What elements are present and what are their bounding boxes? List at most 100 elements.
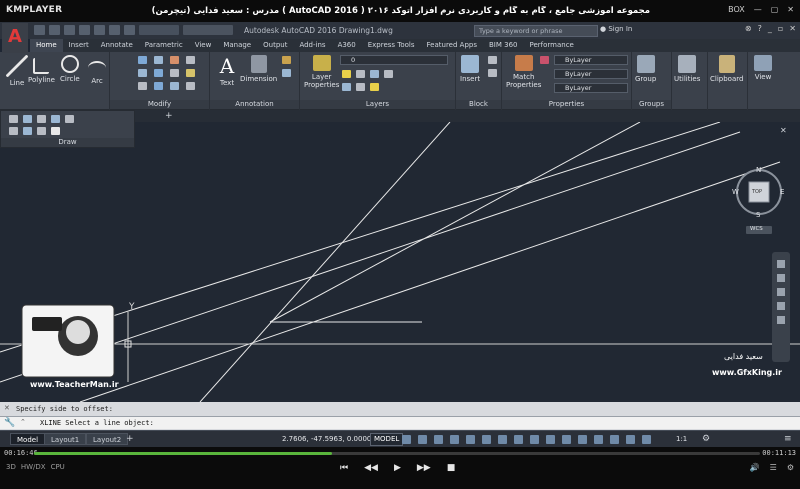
xline-icon[interactable]	[65, 115, 74, 123]
layer-isolate-icon[interactable]	[384, 70, 393, 78]
hatch-icon[interactable]	[23, 115, 32, 123]
polar-icon[interactable]	[450, 435, 459, 444]
search-input[interactable]: Type a keyword or phrase	[474, 25, 598, 37]
canvas-close-icon[interactable]: ✕	[780, 126, 787, 135]
scale-icon[interactable]	[154, 82, 163, 90]
annotation-panel-label[interactable]: Annotation	[210, 100, 299, 109]
badge-3d[interactable]: 3D	[6, 463, 16, 471]
ortho-icon[interactable]	[434, 435, 443, 444]
application-menu-button[interactable]: A	[2, 23, 28, 53]
layer-freeze-icon[interactable]	[356, 70, 365, 78]
dimension-button[interactable]: Dimension	[240, 55, 277, 83]
previous-icon[interactable]: ⏮	[340, 463, 348, 473]
wrench-icon[interactable]: 🔧	[4, 418, 15, 428]
help-icon[interactable]: ?	[758, 24, 762, 33]
layers-panel-label[interactable]: Layers	[300, 100, 455, 109]
command-line[interactable]: 🔧 ⌃ XLINE Select a line object:	[0, 416, 800, 429]
tab-a360[interactable]: A360	[332, 39, 362, 52]
layer-properties-button[interactable]: Layer Properties	[304, 55, 339, 89]
exchange-icon[interactable]: ⊗	[745, 24, 752, 33]
create-block-icon[interactable]	[488, 56, 497, 64]
mirror-icon[interactable]	[154, 69, 163, 77]
zoom-icon[interactable]	[777, 288, 785, 296]
selection-cycling-icon[interactable]	[546, 435, 555, 444]
insert-button[interactable]: Insert	[460, 55, 480, 83]
donut-icon[interactable]	[51, 127, 60, 135]
transparency-icon[interactable]	[530, 435, 539, 444]
table-icon[interactable]	[282, 69, 291, 77]
new-tab-icon[interactable]: +	[165, 111, 173, 121]
share-icon[interactable]	[139, 25, 179, 35]
tab-view[interactable]: View	[189, 39, 218, 52]
rectangle-icon[interactable]	[9, 115, 18, 123]
xline-5[interactable]	[269, 122, 641, 323]
snap-icon[interactable]	[418, 435, 427, 444]
layer-on-icon[interactable]	[342, 70, 351, 78]
tab-performance[interactable]: Performance	[523, 39, 579, 52]
tab-featured-apps[interactable]: Featured Apps	[421, 39, 483, 52]
pan-icon[interactable]	[777, 274, 785, 282]
boundary-icon[interactable]	[23, 127, 32, 135]
ray-icon[interactable]	[51, 115, 60, 123]
arc-button[interactable]: Arc	[88, 55, 106, 85]
tab-output[interactable]: Output	[257, 39, 293, 52]
viewcube[interactable]	[736, 169, 782, 234]
layer-lock-icon[interactable]	[370, 70, 379, 78]
trim-icon[interactable]	[170, 56, 179, 64]
undo-icon[interactable]	[109, 25, 120, 35]
app-minimize-icon[interactable]: _	[768, 24, 772, 33]
app-close-icon[interactable]: ✕	[789, 24, 796, 33]
dynamic-ucs-icon[interactable]	[578, 435, 587, 444]
match-properties-button[interactable]: Match Properties	[506, 55, 541, 89]
draw-panel-label[interactable]: Draw	[1, 138, 134, 147]
rewind-icon[interactable]: ◀◀	[364, 463, 378, 473]
layer-match-icon[interactable]	[342, 83, 351, 91]
group-button[interactable]: Group	[635, 55, 656, 83]
otrack-icon[interactable]	[482, 435, 491, 444]
rotate-icon[interactable]	[154, 56, 163, 64]
volume-icon[interactable]: 🔊	[750, 463, 760, 472]
layer-dropdown[interactable]: 0	[340, 55, 448, 65]
layer-walk-icon[interactable]	[370, 83, 379, 91]
new-icon[interactable]	[34, 25, 45, 35]
3d-osnap-icon[interactable]	[562, 435, 571, 444]
settings-icon[interactable]: ⚙	[787, 463, 794, 472]
close-icon[interactable]: ✕	[787, 5, 794, 14]
osnap-icon[interactable]	[498, 435, 507, 444]
save-icon[interactable]	[64, 25, 75, 35]
showmotion-icon[interactable]	[777, 316, 785, 324]
drawing-canvas[interactable]: N S E W TOP WCS ✕	[0, 122, 800, 402]
array-icon[interactable]	[170, 82, 179, 90]
tab-layout1[interactable]: Layout1	[44, 433, 87, 445]
fillet-icon[interactable]	[170, 69, 179, 77]
grid-icon[interactable]	[402, 435, 411, 444]
copy-icon[interactable]	[138, 69, 147, 77]
clipboard-button[interactable]: Clipboard	[710, 55, 743, 83]
move-icon[interactable]	[138, 56, 147, 64]
navigation-bar[interactable]	[772, 252, 790, 362]
play-icon[interactable]: ▶	[394, 463, 401, 473]
polyline-button[interactable]: Polyline	[28, 55, 55, 84]
cmd-close-icon[interactable]: ✕	[4, 404, 10, 412]
view-button[interactable]: View	[754, 55, 772, 81]
wipeout-icon[interactable]	[37, 127, 46, 135]
tab-addins[interactable]: Add-ins	[293, 39, 331, 52]
spline-icon[interactable]	[37, 115, 46, 123]
badge-hwdx[interactable]: HW/DX	[21, 463, 46, 471]
explode-icon[interactable]	[186, 69, 195, 77]
print-icon[interactable]	[94, 25, 105, 35]
circle-button[interactable]: Circle	[60, 55, 80, 83]
cmd-recent-icon[interactable]: ⌃	[20, 418, 26, 426]
line-button[interactable]: Line	[6, 55, 28, 87]
orbit-icon[interactable]	[777, 302, 785, 310]
open-icon[interactable]	[49, 25, 60, 35]
xline-4[interactable]	[199, 122, 451, 402]
modify-panel-label[interactable]: Modify	[110, 100, 209, 109]
autoscale-icon[interactable]	[642, 435, 651, 444]
lineweight-icon[interactable]	[514, 435, 523, 444]
customize-icon[interactable]: ≡	[784, 434, 792, 444]
lineweight-dropdown[interactable]: ByLayer	[554, 69, 628, 79]
utilities-button[interactable]: Utilities	[674, 55, 700, 83]
text-button[interactable]: A Text	[216, 55, 238, 87]
region-icon[interactable]	[9, 127, 18, 135]
